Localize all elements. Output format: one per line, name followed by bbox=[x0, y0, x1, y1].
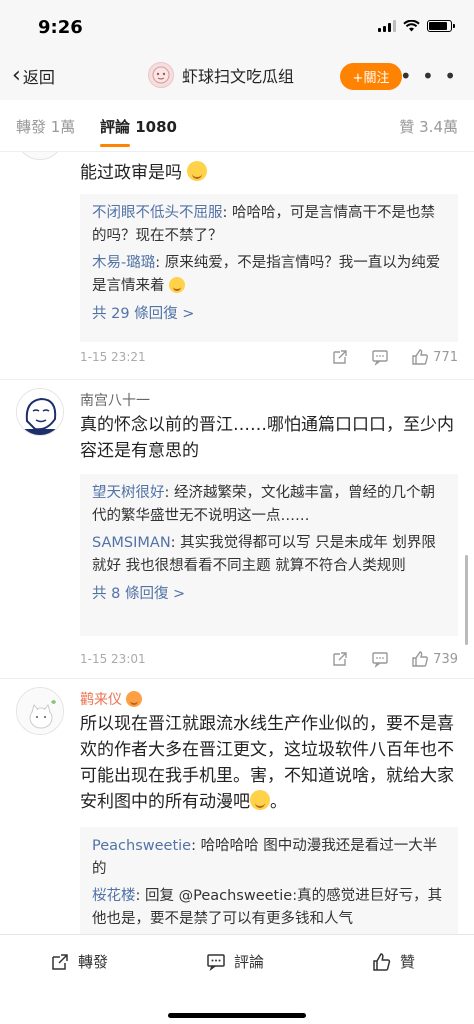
reply-author[interactable]: 桜花楼 bbox=[92, 888, 136, 904]
back-button[interactable]: ‹ 返回 bbox=[12, 64, 55, 88]
bottom-action-bar: 轉發 評論 贊 bbox=[0, 934, 474, 1024]
status-time: 9:26 bbox=[38, 17, 83, 38]
reply-item: 木易-璐璐: 原来纯爱，不是指言情吗？我一直以为纯爱是言情来着 bbox=[92, 252, 446, 298]
scrollbar[interactable] bbox=[465, 555, 468, 645]
reply-author[interactable]: 望天树很好 bbox=[92, 485, 165, 501]
yummy-emoji-icon bbox=[250, 790, 270, 810]
battery-icon bbox=[427, 20, 455, 32]
reply-item: 望天树很好: 经济越繁荣，文化越丰富，曾经的几个朝代的繁华盛世无不说明这一点…… bbox=[92, 482, 446, 528]
comment-button[interactable]: 評論 bbox=[206, 951, 264, 972]
comment-text-content: 能过政审是吗 bbox=[80, 163, 182, 183]
reply-item: Peachsweetie: 哈哈哈哈 图中动漫我还是看过一大半的 bbox=[92, 835, 446, 881]
avatar[interactable] bbox=[16, 152, 64, 160]
comment-actions: 771 bbox=[309, 348, 458, 366]
reply-box[interactable]: 望天树很好: 经济越繁荣，文化越丰富，曾经的几个朝代的繁华盛世无不说明这一点……… bbox=[80, 474, 458, 636]
like-button[interactable]: 771 bbox=[411, 348, 458, 366]
comment-author[interactable]: 南宫八十一 bbox=[80, 390, 150, 410]
reply-author[interactable]: Peachsweetie bbox=[92, 838, 191, 854]
like-count: 771 bbox=[433, 349, 458, 365]
reply-author[interactable]: SAMSIMAN bbox=[92, 535, 171, 551]
nav-title-group[interactable]: 虾球扫文吃瓜组 bbox=[148, 62, 294, 88]
like-count: 739 bbox=[433, 651, 458, 667]
comment-text: 能过政审是吗 bbox=[80, 160, 458, 186]
repost-button[interactable]: 轉發 bbox=[50, 951, 108, 972]
page-title: 虾球扫文吃瓜组 bbox=[182, 67, 295, 86]
comment-label: 評論 bbox=[234, 953, 265, 971]
comment-list[interactable]: 能过政审是吗 不闭眼不低头不屈服: 哈哈哈，可是言情高干不是也禁的吗？现在不禁了… bbox=[0, 152, 474, 934]
reply-box[interactable]: 不闭眼不低头不屈服: 哈哈哈，可是言情高干不是也禁的吗？现在不禁了？ 木易-璐璐… bbox=[80, 194, 458, 342]
tab-comments[interactable]: 評論 1080 bbox=[100, 116, 177, 137]
thumbs-up-icon bbox=[373, 952, 391, 971]
yummy-emoji-icon bbox=[187, 161, 208, 181]
active-tab-indicator bbox=[100, 144, 130, 147]
comment-meta: 1-15 23:21 771 bbox=[80, 348, 458, 368]
avatar[interactable] bbox=[16, 388, 64, 436]
tab-repost[interactable]: 轉發 1萬 bbox=[16, 116, 75, 137]
like-button[interactable]: 贊 bbox=[372, 951, 415, 972]
like-button[interactable]: 739 bbox=[411, 650, 458, 668]
comment-date: 1-15 23:01 bbox=[80, 652, 146, 666]
laugh-cry-emoji-icon bbox=[169, 277, 186, 293]
comment-icon[interactable] bbox=[371, 348, 389, 366]
reply-author[interactable]: 不闭眼不低头不屈服 bbox=[92, 205, 223, 221]
back-label: 返回 bbox=[22, 68, 55, 87]
comment-icon[interactable] bbox=[371, 650, 389, 668]
tab-bar: 轉發 1萬 評論 1080 贊 3.4萬 bbox=[0, 100, 474, 152]
cat-avatar-icon bbox=[17, 688, 63, 734]
reply-text: : 回复 @Peachsweetie:真的感觉进巨好亏，其他也是，要不是禁了可以… bbox=[92, 888, 443, 927]
tab-likes[interactable]: 贊 3.4萬 bbox=[399, 116, 458, 137]
divider bbox=[0, 379, 474, 380]
divider bbox=[0, 678, 474, 679]
comment-icon bbox=[207, 953, 225, 971]
more-replies-link[interactable]: 共 29 條回復 > bbox=[92, 302, 446, 323]
share-icon[interactable] bbox=[331, 650, 349, 668]
like-label: 贊 bbox=[400, 953, 416, 971]
chevron-left-icon: ‹ bbox=[12, 63, 21, 88]
cellular-signal-icon bbox=[378, 20, 396, 32]
status-bar: 9:26 bbox=[0, 0, 474, 54]
reply-item: 不闭眼不低头不屈服: 哈哈哈，可是言情高干不是也禁的吗？现在不禁了？ bbox=[92, 202, 446, 248]
comment-text: 真的怀念以前的晋江……哪怕通篇口口口，至少内容还是有意思的 bbox=[80, 415, 454, 461]
comment-meta: 1-15 23:01 739 bbox=[80, 650, 458, 670]
comment-date: 1-15 23:21 bbox=[80, 350, 146, 364]
group-avatar-icon bbox=[152, 66, 170, 84]
comment-text-end: 。 bbox=[270, 792, 287, 812]
comment-actions: 739 bbox=[309, 650, 458, 668]
wifi-icon bbox=[403, 20, 420, 32]
thumbs-up-icon bbox=[412, 651, 429, 667]
reply-item: 桜花楼: 回复 @Peachsweetie:真的感觉进巨好亏，其他也是，要不是禁… bbox=[92, 885, 446, 931]
share-icon[interactable] bbox=[331, 348, 349, 366]
status-icons bbox=[378, 20, 455, 32]
comment-text: 所以现在晋江就跟流水线生产作业似的，要不是喜欢的作者大多在晋江更文，这垃圾软件八… bbox=[80, 711, 458, 815]
moon-face-avatar-icon bbox=[17, 389, 63, 435]
group-avatar bbox=[148, 62, 174, 88]
comment-author[interactable]: 鹳来仪 bbox=[80, 689, 143, 709]
more-replies-link[interactable]: 共 8 條回復 > bbox=[92, 582, 446, 603]
follow-button[interactable]: +關注 bbox=[340, 63, 402, 90]
reply-box[interactable]: Peachsweetie: 哈哈哈哈 图中动漫我还是看过一大半的 桜花楼: 回复… bbox=[80, 827, 458, 934]
thumbs-up-icon bbox=[412, 349, 429, 365]
repost-icon bbox=[52, 953, 68, 970]
repost-label: 轉發 bbox=[78, 953, 109, 971]
more-options-button[interactable]: • • • bbox=[400, 64, 458, 88]
nav-bar: ‹ 返回 虾球扫文吃瓜组 +關注 • • • bbox=[0, 54, 474, 100]
vip-badge-icon bbox=[126, 691, 143, 707]
home-indicator[interactable] bbox=[168, 1013, 306, 1018]
reply-author[interactable]: 木易-璐璐 bbox=[92, 255, 155, 271]
avatar[interactable] bbox=[16, 687, 64, 735]
comment-author-name: 鹳来仪 bbox=[80, 692, 122, 708]
reply-item: SAMSIMAN: 其实我觉得都可以写 只是未成年 划界限就好 我也很想看看不同… bbox=[92, 532, 446, 578]
